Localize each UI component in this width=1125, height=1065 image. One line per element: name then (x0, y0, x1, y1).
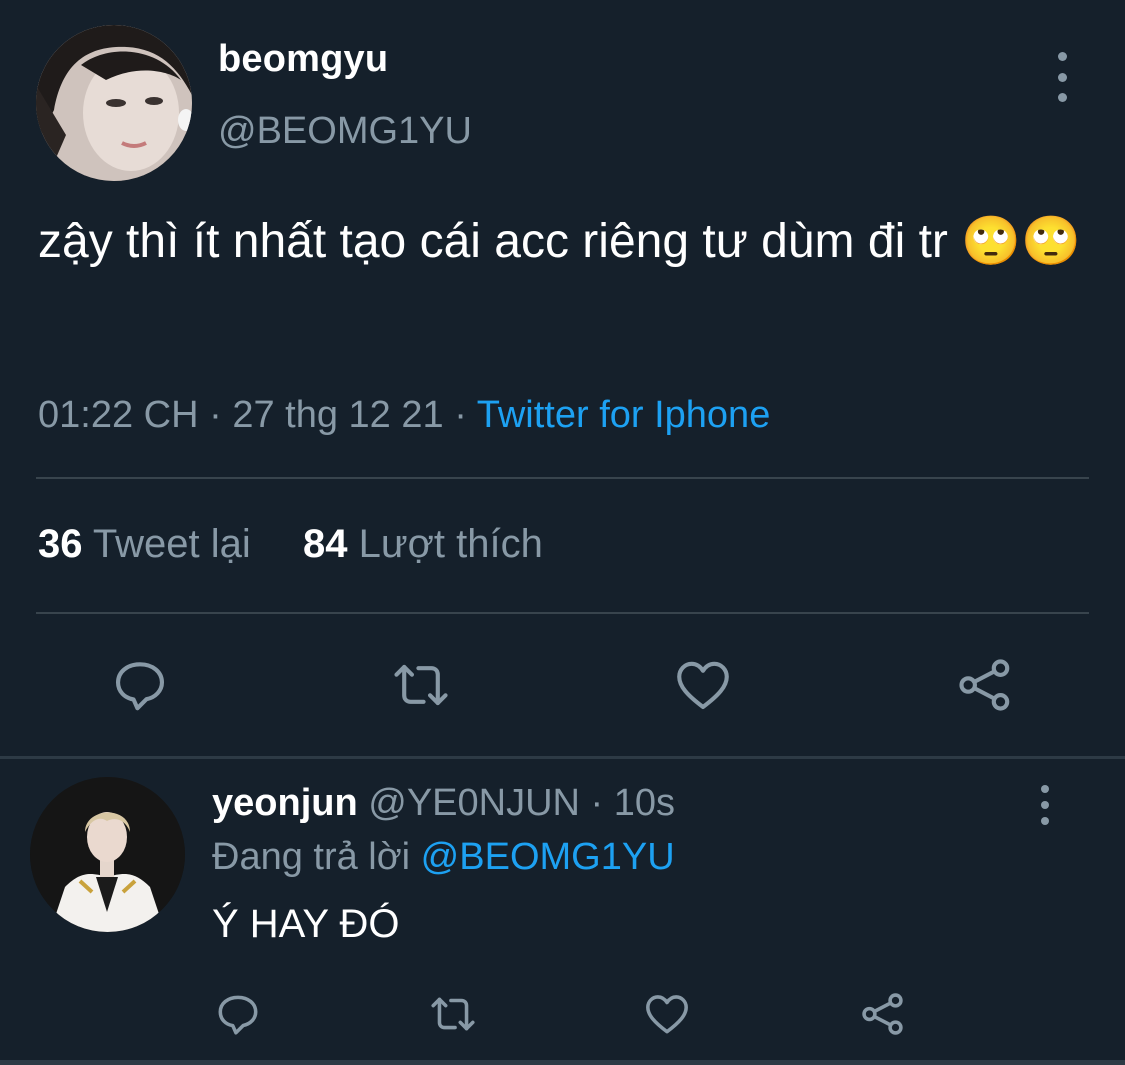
tweet-separator (0, 756, 1125, 759)
tweet-metadata: 01:22 CH · 27 thg 12 21 · Twitter for Ip… (38, 394, 770, 437)
reply-icon[interactable] (109, 654, 171, 716)
more-dot (1041, 817, 1049, 825)
retweet-icon[interactable] (428, 989, 478, 1039)
like-label: Lượt thích (358, 522, 543, 566)
reply-handle[interactable]: @YE0NJUN (368, 782, 580, 824)
divider (36, 612, 1089, 614)
retweet-stat[interactable]: 36 Tweet lại (38, 522, 262, 566)
more-dot (1057, 52, 1067, 61)
tweet-source-link[interactable]: Twitter for Iphone (477, 394, 771, 436)
display-name[interactable]: beomgyu (218, 38, 388, 81)
tweet-date: 27 thg 12 21 (232, 394, 444, 436)
like-count: 84 (303, 522, 348, 566)
like-icon[interactable] (642, 989, 692, 1039)
more-dot (1057, 93, 1067, 102)
reply-display-name[interactable]: yeonjun (212, 782, 358, 824)
user-handle[interactable]: @BEOMG1YU (218, 110, 472, 153)
reply-header: yeonjun @YE0NJUN · 10s (212, 782, 675, 825)
reply-text: Ý HAY ĐÓ (212, 902, 400, 946)
replying-label: Đang trả lời (212, 836, 411, 878)
reply-icon[interactable] (213, 989, 263, 1039)
avatar-image (30, 777, 185, 932)
more-dot (1041, 785, 1049, 793)
divider (36, 477, 1089, 479)
retweet-count: 36 (38, 522, 83, 566)
more-options-icon[interactable] (1045, 52, 1079, 102)
tweet-time: 01:22 CH (38, 394, 199, 436)
share-icon[interactable] (954, 654, 1016, 716)
meta-separator: · (590, 782, 604, 824)
like-stat[interactable]: 84 Lượt thích (303, 522, 543, 566)
replying-to: Đang trả lời @BEOMG1YU (212, 836, 675, 879)
tweet-stats: 36 Tweet lại 84 Lượt thích (38, 522, 543, 567)
more-options-icon[interactable] (1028, 785, 1062, 825)
retweet-icon[interactable] (390, 654, 452, 716)
more-dot (1057, 72, 1067, 82)
meta-separator: · (209, 394, 222, 436)
avatar-image (36, 25, 192, 181)
like-icon[interactable] (672, 654, 734, 716)
share-icon[interactable] (858, 989, 908, 1039)
meta-separator: · (454, 394, 467, 436)
replying-mention-link[interactable]: @BEOMG1YU (421, 836, 675, 878)
avatar-yeonjun[interactable] (30, 777, 185, 932)
bottom-separator (0, 1060, 1125, 1065)
tweet-text: zậy thì ít nhất tạo cái acc riêng tư dùm… (38, 215, 1081, 268)
more-dot (1041, 801, 1049, 809)
avatar-beomgyu[interactable] (36, 25, 192, 181)
retweet-label: Tweet lại (92, 522, 251, 566)
reply-age: 10s (613, 782, 676, 824)
